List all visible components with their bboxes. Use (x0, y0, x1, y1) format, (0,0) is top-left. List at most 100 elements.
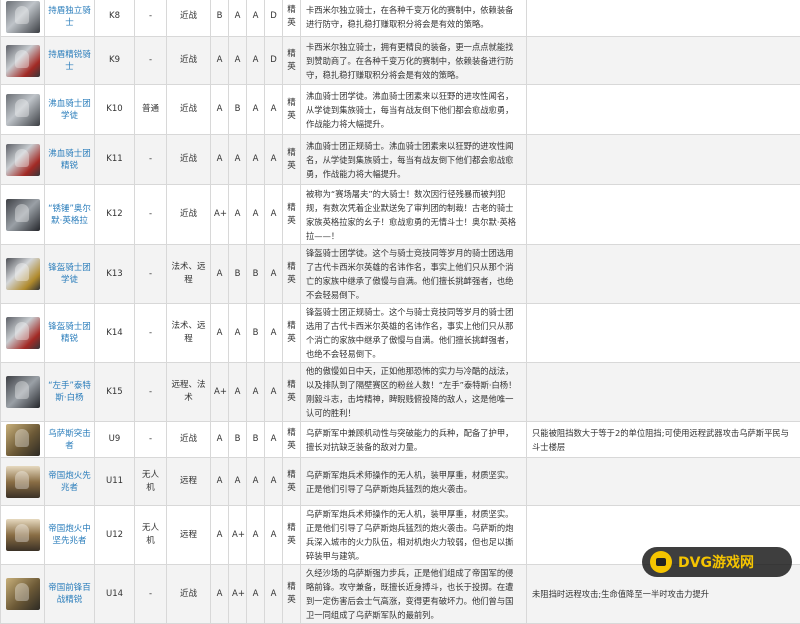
enemy-portrait[interactable] (6, 94, 40, 126)
portrait-cell (1, 422, 45, 458)
enemy-code: U11 (95, 458, 135, 506)
enemy-code: K13 (95, 245, 135, 304)
enemy-tag: 无人机 (135, 458, 167, 506)
enemy-description: 沸血骑士团正规骑士。沸血骑士团素来以狂野的进攻性闻名，从学徒到集族骑士，每当有战… (301, 135, 527, 185)
grade-1: A (211, 304, 229, 363)
enemy-tag: - (135, 135, 167, 185)
enemy-portrait[interactable] (6, 519, 40, 551)
enemy-name[interactable]: 锋盔骑士团精锐 (45, 304, 95, 363)
table-row: 持盾精锐骑士K9-近战AAAD精英卡西米尔独立骑士，拥有更精良的装备，更一点点就… (1, 37, 800, 85)
attack-range: 远程、法术 (167, 363, 211, 422)
enemy-name[interactable]: “左手”泰特斯·白杨 (45, 363, 95, 422)
enemy-tag: 普通 (135, 85, 167, 135)
enemy-note (527, 37, 800, 85)
enemy-portrait[interactable] (6, 424, 40, 456)
portrait-cell (1, 506, 45, 565)
enemy-name[interactable]: 帝国炮火中坚先兆者 (45, 506, 95, 565)
enemy-name[interactable]: “锈锤”奥尔默·英格拉 (45, 185, 95, 245)
enemy-name[interactable]: 持盾独立骑士 (45, 0, 95, 37)
grade-1: A (211, 135, 229, 185)
enemy-code: K8 (95, 0, 135, 37)
enemy-name[interactable]: 帝国前锋百战精锐 (45, 565, 95, 624)
grade-4: A (265, 85, 283, 135)
enemy-name[interactable]: 锋盔骑士团学徒 (45, 245, 95, 304)
enemy-tag: - (135, 422, 167, 458)
enemy-description: 被称为“赛场屠夫”的大骑士！数次因行径残暴而被判犯规，有数次凭着企业默送免了审判… (301, 185, 527, 245)
portrait-cell (1, 135, 45, 185)
grade-1: A (211, 37, 229, 85)
attack-range: 近战 (167, 135, 211, 185)
grade-2: A (229, 135, 247, 185)
table-row: 沸血骑士团学徒K10普通近战ABAA精英沸血骑士团学徒。沸血骑士团素来以狂野的进… (1, 85, 800, 135)
portrait-cell (1, 37, 45, 85)
grade-4: A (265, 245, 283, 304)
grade-4: D (265, 0, 283, 37)
enemy-code: K9 (95, 37, 135, 85)
enemy-tag: - (135, 37, 167, 85)
enemy-name[interactable]: 乌萨斯突击者 (45, 422, 95, 458)
enemy-description: 他的傲慢如日中天，正如他那恐怖的实力与冷酷的战法，以及排队到了隔壁赛区的粉丝人数… (301, 363, 527, 422)
grade-3: A (247, 565, 265, 624)
enemy-portrait[interactable] (6, 317, 40, 349)
attack-range: 法术、远程 (167, 245, 211, 304)
enemy-note (527, 135, 800, 185)
watermark-text: DVG游戏网 (678, 552, 754, 572)
portrait-cell (1, 458, 45, 506)
grade-3: B (247, 422, 265, 458)
enemy-tag: - (135, 245, 167, 304)
grade-3: A (247, 363, 265, 422)
table-row: “锈锤”奥尔默·英格拉K12-近战A+AAA精英被称为“赛场屠夫”的大骑士！数次… (1, 185, 800, 245)
enemy-portrait[interactable] (6, 258, 40, 290)
grade-3: B (247, 245, 265, 304)
grade-4: A (265, 458, 283, 506)
enemy-portrait[interactable] (6, 199, 40, 231)
enemy-portrait[interactable] (6, 1, 40, 33)
enemy-tag: - (135, 304, 167, 363)
grade-4: A (265, 185, 283, 245)
enemy-description: 乌萨斯军炮兵术师操作的无人机，装甲厚重，材质坚实。正是他们引导了乌萨斯炮兵猛烈的… (301, 458, 527, 506)
enemy-portrait[interactable] (6, 144, 40, 176)
grade-3: A (247, 0, 265, 37)
attack-range: 法术、远程 (167, 304, 211, 363)
table-row: 乌萨斯突击者U9-近战ABBA精英乌萨斯军中兼顾机动性与突破能力的兵种，配备了护… (1, 422, 800, 458)
enemy-portrait[interactable] (6, 376, 40, 408)
table-row: “左手”泰特斯·白杨K15-远程、法术A+AAA精英他的傲慢如日中天，正如他那恐… (1, 363, 800, 422)
enemy-note (527, 185, 800, 245)
enemy-rank: 精英 (283, 565, 301, 624)
enemy-portrait[interactable] (6, 466, 40, 498)
grade-2: A (229, 304, 247, 363)
enemy-code: K12 (95, 185, 135, 245)
grade-2: A (229, 185, 247, 245)
enemy-rank: 精英 (283, 422, 301, 458)
grade-3: A (247, 37, 265, 85)
grade-1: B (211, 0, 229, 37)
enemy-note (527, 0, 800, 37)
enemy-name[interactable]: 帝国炮火先兆者 (45, 458, 95, 506)
enemy-portrait[interactable] (6, 45, 40, 77)
enemy-note (527, 458, 800, 506)
enemy-note (527, 363, 800, 422)
enemy-rank: 精英 (283, 363, 301, 422)
enemy-note (527, 85, 800, 135)
enemy-code: K15 (95, 363, 135, 422)
grade-4: A (265, 506, 283, 565)
portrait-cell (1, 185, 45, 245)
enemy-description: 乌萨斯军炮兵术师操作的无人机，装甲厚重，材质坚实。正是他们引导了乌萨斯炮兵猛烈的… (301, 506, 527, 565)
enemy-name[interactable]: 沸血骑士团学徒 (45, 85, 95, 135)
grade-3: A (247, 458, 265, 506)
enemy-code: U12 (95, 506, 135, 565)
grade-4: A (265, 565, 283, 624)
enemy-name[interactable]: 沸血骑士团精锐 (45, 135, 95, 185)
attack-range: 近战 (167, 185, 211, 245)
enemy-note: 只能被阻挡数大于等于2的单位阻挡;可使用远程武器攻击乌萨斯平民与斗士楼层 (527, 422, 800, 458)
enemy-code: U9 (95, 422, 135, 458)
attack-range: 远程 (167, 458, 211, 506)
enemy-name[interactable]: 持盾精锐骑士 (45, 37, 95, 85)
table-row: 锋盔骑士团学徒K13-法术、远程ABBA精英锋盔骑士团学徒。这个与骑士竞技同等岁… (1, 245, 800, 304)
grade-4: D (265, 37, 283, 85)
grade-2: A (229, 37, 247, 85)
grade-3: A (247, 506, 265, 565)
portrait-cell (1, 85, 45, 135)
grade-1: A (211, 245, 229, 304)
grade-2: B (229, 85, 247, 135)
